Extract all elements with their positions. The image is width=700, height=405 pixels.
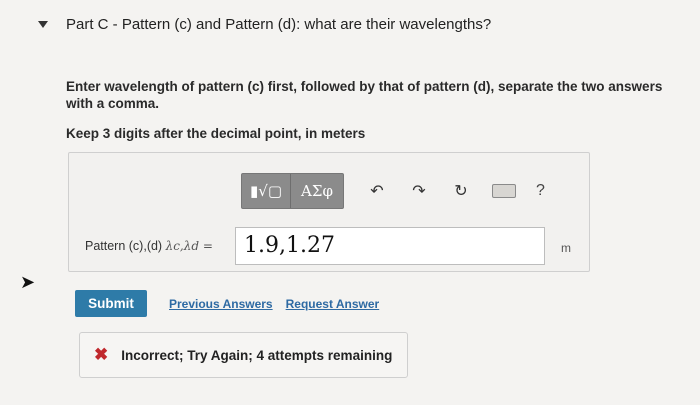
undo-icon[interactable]: ↶	[368, 182, 386, 200]
caret-down-icon[interactable]	[38, 21, 48, 28]
reset-icon[interactable]: ↻	[452, 182, 470, 200]
help-button[interactable]: ?	[536, 182, 545, 200]
unit-label: m	[561, 241, 571, 255]
toolbar-button-group: ▮√▢ ΑΣφ	[241, 173, 344, 209]
part-title: Part C - Pattern (c) and Pattern (d): wh…	[66, 16, 492, 33]
request-answer-link[interactable]: Request Answer	[286, 297, 380, 311]
instruction-text: Enter wavelength of pattern (c) first, f…	[66, 79, 663, 111]
greek-button[interactable]: ΑΣφ	[290, 174, 343, 208]
answer-label-prefix: Pattern (c),(d)	[85, 239, 163, 253]
answer-label: Pattern (c),(d) λc,λd =	[85, 239, 213, 253]
precision-text: Keep 3 digits after the decimal point, i…	[66, 126, 366, 141]
x-icon: ✖	[94, 345, 109, 364]
keyboard-icon[interactable]	[492, 184, 516, 198]
feedback-box: ✖ Incorrect; Try Again; 4 attempts remai…	[79, 332, 408, 378]
action-bar: Submit Previous Answers Request Answer	[75, 290, 379, 317]
answer-input[interactable]: 1.9,1.27	[235, 227, 545, 265]
submit-button[interactable]: Submit	[75, 290, 147, 317]
answer-box: ▮√▢ ΑΣφ ↶ ↷ ↻ ? Pattern (c),(d) λc,λd = …	[68, 152, 590, 272]
template-button[interactable]: ▮√▢	[242, 174, 290, 208]
part-header[interactable]: Part C - Pattern (c) and Pattern (d): wh…	[38, 16, 491, 33]
feedback-text: Incorrect; Try Again; 4 attempts remaini…	[121, 347, 393, 363]
previous-answers-link[interactable]: Previous Answers	[169, 297, 273, 311]
math-toolbar: ▮√▢ ΑΣφ ↶ ↷ ↻ ?	[241, 173, 545, 209]
mouse-pointer-icon: ➤	[20, 272, 36, 292]
answer-symbol: λc,λd =	[165, 239, 213, 253]
redo-icon[interactable]: ↷	[410, 182, 428, 200]
